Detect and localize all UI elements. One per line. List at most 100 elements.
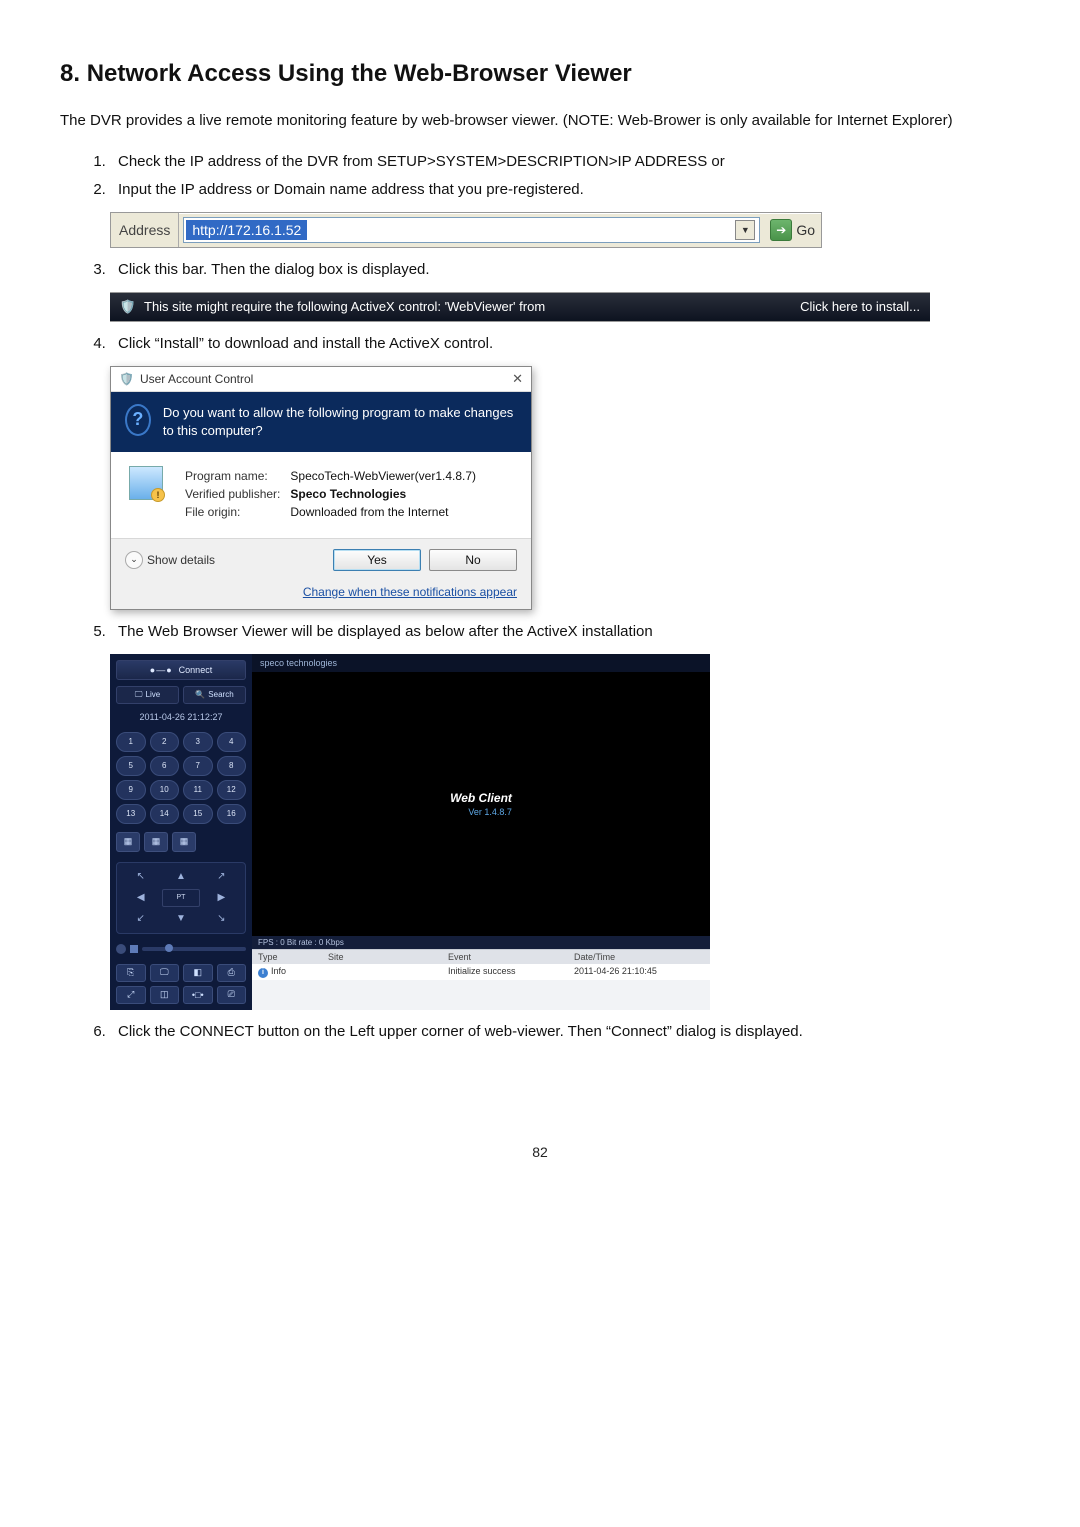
address-input[interactable]: http://172.16.1.52 ▼	[183, 217, 760, 243]
uac-subfooter: Change when these notifications appear	[111, 581, 531, 609]
ptz-pad: ↖ ▲ ↗ ◀ PT ▶ ↙ ▼ ↘	[116, 862, 246, 934]
ptz-down-left-icon[interactable]: ↙	[122, 910, 159, 928]
web-viewer-top: ●—● Connect 🖵 Live 🔍 Search 2011-04-26 2…	[110, 654, 710, 1010]
channel-button[interactable]: 16	[217, 804, 247, 824]
tool-button-icon[interactable]: ◫	[150, 986, 180, 1004]
channel-button[interactable]: 10	[150, 780, 180, 800]
ptz-up-left-icon[interactable]: ↖	[122, 868, 159, 886]
yes-button[interactable]: Yes	[333, 549, 421, 571]
steps-list-3: Click this bar. Then the dialog box is d…	[90, 258, 1020, 282]
steps-list-4: Click “Install” to download and install …	[90, 332, 1020, 356]
event-table: Type Site Event Date/Time iInfo Initiali…	[252, 949, 710, 1010]
tool-button-icon[interactable]: ⎙	[217, 964, 247, 982]
channel-button[interactable]: 11	[183, 780, 213, 800]
address-bar: Address http://172.16.1.52 ▼ ➔ Go	[110, 212, 822, 248]
channel-grid: 1 2 3 4 5 6 7 8 9 10 11 12 13 14 15 16	[116, 732, 246, 824]
step-5: The Web Browser Viewer will be displayed…	[110, 620, 1020, 644]
layout-4x4-icon[interactable]: ▦	[172, 832, 196, 852]
origin-value: Downloaded from the Internet	[286, 504, 480, 520]
address-dropdown-icon[interactable]: ▼	[735, 220, 755, 240]
info-icon: i	[258, 968, 268, 978]
layout-3x3-icon[interactable]: ▦	[144, 832, 168, 852]
activex-install-link[interactable]: Click here to install...	[800, 299, 920, 314]
tab-search[interactable]: 🔍 Search	[183, 686, 246, 704]
tab-live[interactable]: 🖵 Live	[116, 686, 179, 704]
connect-icon: ●—●	[150, 665, 173, 675]
event-table-header: Type Site Event Date/Time	[252, 950, 710, 964]
go-label: Go	[796, 222, 815, 238]
close-icon[interactable]: ✕	[512, 371, 523, 387]
tool-button-icon[interactable]: ⤢	[116, 986, 146, 1004]
tool-button-grid: ⎘ 🖵 ◧ ⎙ ⤢ ◫ •□• ⎚	[116, 964, 246, 1004]
uac-shield-icon: 🛡️	[119, 372, 134, 386]
ptz-up-icon[interactable]: ▲	[162, 868, 199, 886]
go-button[interactable]: ➔ Go	[764, 219, 821, 241]
layout-2x2-icon[interactable]: ▦	[116, 832, 140, 852]
viewer-status-bar: FPS : 0 Bit rate : 0 Kbps	[252, 936, 710, 949]
ptz-down-right-icon[interactable]: ↘	[203, 910, 240, 928]
ptz-up-right-icon[interactable]: ↗	[203, 868, 240, 886]
channel-button[interactable]: 3	[183, 732, 213, 752]
app-icon	[129, 466, 163, 500]
step-4: Click “Install” to download and install …	[110, 332, 1020, 356]
uac-body: Program name: SpecoTech-WebViewer(ver1.4…	[111, 452, 531, 539]
step-3: Click this bar. Then the dialog box is d…	[110, 258, 1020, 282]
live-icon: 🖵	[135, 690, 143, 700]
tool-button-icon[interactable]: ⎘	[116, 964, 146, 982]
channel-button[interactable]: 5	[116, 756, 146, 776]
activex-infobar[interactable]: 🛡️ This site might require the following…	[110, 292, 930, 322]
show-details-toggle[interactable]: ⌄ Show details	[125, 551, 215, 569]
steps-list: Check the IP address of the DVR from SET…	[90, 150, 1020, 202]
tab-live-label: Live	[146, 690, 161, 699]
origin-label: File origin:	[181, 504, 284, 520]
volume-control[interactable]	[116, 944, 246, 954]
event-table-empty	[252, 980, 710, 1010]
ptz-down-icon[interactable]: ▼	[162, 910, 199, 928]
web-client-title: Web Client	[450, 791, 512, 805]
viewer-side-panel: ●—● Connect 🖵 Live 🔍 Search 2011-04-26 2…	[110, 654, 252, 1010]
steps-list-6: Click the CONNECT button on the Left upp…	[90, 1020, 1020, 1044]
col-type: Type	[258, 952, 328, 962]
tool-button-icon[interactable]: ⎚	[217, 986, 247, 1004]
address-url: http://172.16.1.52	[186, 220, 307, 240]
ptz-right-icon[interactable]: ▶	[203, 889, 240, 907]
program-name-label: Program name:	[181, 468, 284, 484]
channel-button[interactable]: 1	[116, 732, 146, 752]
intro-paragraph: The DVR provides a live remote monitorin…	[60, 108, 1020, 134]
col-datetime: Date/Time	[574, 952, 704, 962]
ptz-left-icon[interactable]: ◀	[122, 889, 159, 907]
web-client-version: Ver 1.4.8.7	[450, 807, 512, 817]
tool-button-icon[interactable]: •□•	[183, 986, 213, 1004]
no-button[interactable]: No	[429, 549, 517, 571]
viewer-tabs: 🖵 Live 🔍 Search	[116, 686, 246, 704]
uac-question-area: ? Do you want to allow the following pro…	[111, 392, 531, 452]
connect-button[interactable]: ●—● Connect	[116, 660, 246, 680]
channel-button[interactable]: 15	[183, 804, 213, 824]
ptz-center[interactable]: PT	[162, 889, 199, 907]
channel-button[interactable]: 7	[183, 756, 213, 776]
channel-button[interactable]: 13	[116, 804, 146, 824]
channel-button[interactable]: 12	[217, 780, 247, 800]
change-notifications-link[interactable]: Change when these notifications appear	[303, 585, 517, 599]
uac-titlebar: 🛡️ User Account Control ✕	[111, 367, 531, 392]
channel-button[interactable]: 14	[150, 804, 180, 824]
uac-dialog: 🛡️ User Account Control ✕ ? Do you want …	[110, 366, 532, 610]
tool-button-icon[interactable]: 🖵	[150, 964, 180, 982]
channel-button[interactable]: 9	[116, 780, 146, 800]
channel-button[interactable]: 2	[150, 732, 180, 752]
uac-dialog-figure: 🛡️ User Account Control ✕ ? Do you want …	[110, 366, 1020, 610]
channel-button[interactable]: 8	[217, 756, 247, 776]
step-2: Input the IP address or Domain name addr…	[110, 178, 1020, 202]
volume-slider[interactable]	[142, 947, 246, 951]
uac-footer: ⌄ Show details Yes No	[111, 539, 531, 581]
channel-button[interactable]: 6	[150, 756, 180, 776]
channel-button[interactable]: 4	[217, 732, 247, 752]
speaker-icon	[116, 944, 126, 954]
col-site: Site	[328, 952, 448, 962]
uac-details-table: Program name: SpecoTech-WebViewer(ver1.4…	[179, 466, 482, 522]
tool-button-icon[interactable]: ◧	[183, 964, 213, 982]
tab-search-label: Search	[208, 690, 233, 699]
connect-label: Connect	[179, 665, 213, 675]
stop-icon	[130, 945, 138, 953]
uac-title-text: User Account Control	[140, 372, 253, 386]
